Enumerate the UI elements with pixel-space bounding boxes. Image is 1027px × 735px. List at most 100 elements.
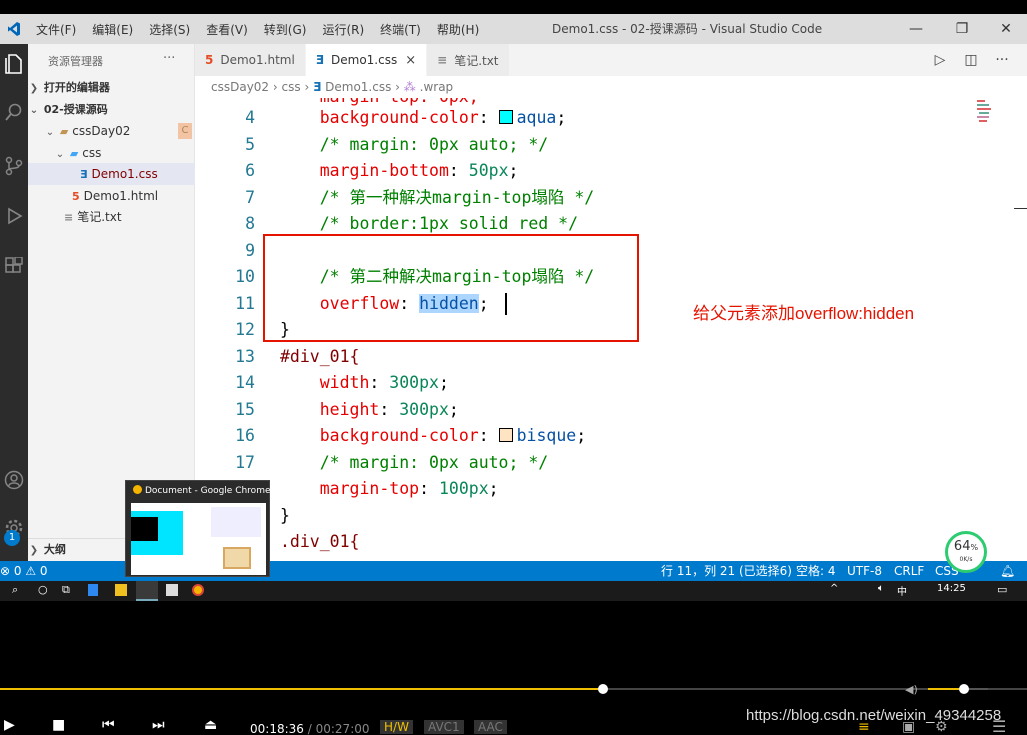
line-ending[interactable]: CRLF	[894, 561, 924, 581]
playlist-icon[interactable]: ≡	[858, 719, 870, 735]
text-file-icon: ≡	[437, 53, 448, 67]
taskbar-thumbnail-preview[interactable]: Document - Google Chrome	[125, 480, 271, 577]
percent-value: 64	[953, 539, 971, 554]
open-editors-section[interactable]: ❯ 打开的编辑器	[28, 77, 195, 99]
breadcrumb: cssDay02 › css › Ǝ Demo1.css › ⁂ .wrap	[195, 76, 1027, 98]
tab-demo1-css[interactable]: Ǝ Demo1.css ×	[305, 44, 428, 76]
activity-bar: 1	[0, 44, 28, 561]
tab-notes-txt[interactable]: ≡ 笔记.txt	[427, 44, 510, 76]
file-demo1-css[interactable]: Ǝ Demo1.css	[28, 163, 195, 185]
previous-icon[interactable]: ⏮	[102, 717, 115, 733]
color-swatch-aqua[interactable]	[498, 110, 513, 124]
breadcrumb-item[interactable]: .wrap	[420, 80, 454, 94]
stop-icon[interactable]: ■	[52, 717, 65, 733]
breadcrumb-item[interactable]: css	[282, 80, 301, 94]
close-tab-icon[interactable]: ×	[405, 53, 416, 68]
menu-view[interactable]: 查看(V)	[198, 21, 256, 38]
search-icon[interactable]: ⌕	[12, 583, 18, 597]
css-folder-icon: ▰	[69, 147, 79, 160]
menu-file[interactable]: 文件(F)	[28, 21, 84, 38]
play-icon[interactable]: ▶	[4, 717, 15, 733]
open-editors-label: 打开的编辑器	[43, 81, 110, 94]
file-notes-txt[interactable]: ≡ 笔记.txt	[28, 206, 195, 228]
extensions-icon[interactable]	[0, 250, 28, 282]
text-file-icon: ≡	[64, 211, 74, 224]
cortana-icon[interactable]: ○	[38, 583, 48, 596]
title-bar: 文件(F) 编辑(E) 选择(S) 查看(V) 转到(G) 运行(R) 终端(T…	[0, 14, 1027, 44]
menu-selection[interactable]: 选择(S)	[141, 21, 198, 38]
code-line: 14 width: 300px;	[235, 373, 449, 392]
menu-terminal[interactable]: 终端(T)	[372, 21, 429, 38]
menu-go[interactable]: 转到(G)	[256, 21, 315, 38]
tab-label: Demo1.css	[331, 53, 398, 67]
folder-cssday02[interactable]: ⌄ ▰ cssDay02 C	[28, 120, 195, 142]
eject-icon[interactable]: ⏏	[204, 717, 217, 733]
minimize-icon[interactable]: —	[893, 14, 939, 44]
network-speed-widget[interactable]: 64% 0K/s	[945, 531, 987, 573]
progress-handle[interactable]	[597, 684, 608, 694]
ime-indicator[interactable]: 中	[897, 583, 907, 598]
minimap[interactable]	[975, 98, 997, 128]
outline-label: 大纲	[43, 543, 66, 556]
menu-bar: 文件(F) 编辑(E) 选择(S) 查看(V) 转到(G) 运行(R) 终端(T…	[28, 21, 487, 38]
folder-icon: ▰	[59, 125, 69, 138]
encoding[interactable]: UTF-8	[847, 561, 882, 581]
explorer-icon[interactable]	[0, 48, 28, 80]
tray-chevron-icon[interactable]: ^	[830, 583, 838, 594]
volume-track[interactable]	[928, 688, 988, 690]
rate-value: 0K/s	[959, 556, 973, 563]
restore-icon[interactable]: ❐	[939, 14, 985, 44]
action-center-icon[interactable]: ▭	[997, 583, 1007, 596]
volume-icon[interactable]: 🔈︎	[878, 583, 884, 594]
breadcrumb-item[interactable]: Demo1.css	[325, 80, 391, 94]
menu-icon[interactable]: ☰	[992, 717, 1006, 735]
workspace-root[interactable]: ⌄ 02-授课源码	[28, 99, 195, 121]
folder-css[interactable]: ⌄ ▰ css	[28, 142, 195, 164]
color-swatch-bisque[interactable]	[498, 428, 513, 442]
problems-indicator[interactable]: ⊗ 0 ⚠ 0	[0, 561, 48, 581]
search-icon[interactable]	[0, 96, 28, 128]
chevron-right-icon: ›	[304, 80, 314, 94]
playback-progress-bar[interactable]	[0, 687, 1027, 691]
more-actions-icon[interactable]: ···	[163, 51, 175, 66]
next-icon[interactable]: ⏭	[152, 717, 165, 733]
menu-help[interactable]: 帮助(H)	[429, 21, 487, 38]
split-editor-icon[interactable]: ◫	[956, 44, 986, 76]
code-line: .div_01{	[280, 532, 360, 551]
settings-gear-icon[interactable]: ⚙	[935, 719, 948, 735]
task-view-icon[interactable]: ⧉	[62, 583, 70, 597]
code-line: }	[280, 505, 290, 525]
tab-demo1-html[interactable]: 5 Demo1.html	[195, 44, 306, 76]
menu-run[interactable]: 运行(R)	[314, 21, 372, 38]
volume-icon[interactable]: ◀︎)	[905, 683, 918, 696]
app-icon[interactable]	[88, 584, 98, 596]
code-line: 4 background-color: aqua;	[245, 108, 567, 127]
clock[interactable]: 14:25	[937, 583, 966, 594]
vscode-logo-icon	[0, 14, 28, 44]
highlight-box	[263, 234, 639, 342]
file-explorer-icon[interactable]	[115, 584, 127, 596]
code-line: 16 background-color: bisque;	[235, 426, 587, 445]
volume-handle[interactable]	[959, 684, 969, 694]
hw-decode-badge[interactable]: H/W	[380, 720, 413, 734]
chrome-icon	[133, 485, 142, 494]
selector-icon: ⁂	[403, 80, 416, 94]
tab-label: 笔记.txt	[454, 53, 499, 68]
screenshot-icon[interactable]: ▣	[902, 719, 915, 735]
close-window-icon[interactable]: ✕	[983, 14, 1027, 44]
file-demo1-html[interactable]: 5 Demo1.html	[28, 185, 195, 207]
notifications-bell-icon[interactable]: 🔔︎	[1000, 561, 1015, 581]
chrome-icon[interactable]	[192, 584, 204, 596]
indentation[interactable]: 空格: 4	[796, 561, 836, 581]
more-icon[interactable]: ···	[987, 44, 1017, 76]
scrollbar-marker	[1014, 208, 1027, 209]
run-icon[interactable]: ▷	[925, 44, 955, 76]
run-debug-icon[interactable]	[0, 200, 28, 232]
breadcrumb-item[interactable]: cssDay02	[211, 80, 269, 94]
notepad-icon[interactable]	[166, 584, 178, 596]
cursor-position[interactable]: 行 11，列 21 (已选择6)	[661, 561, 792, 581]
source-control-icon[interactable]	[0, 150, 28, 182]
account-icon[interactable]	[0, 464, 28, 496]
menu-edit[interactable]: 编辑(E)	[84, 21, 141, 38]
vscode-taskbar-icon[interactable]	[136, 581, 158, 601]
